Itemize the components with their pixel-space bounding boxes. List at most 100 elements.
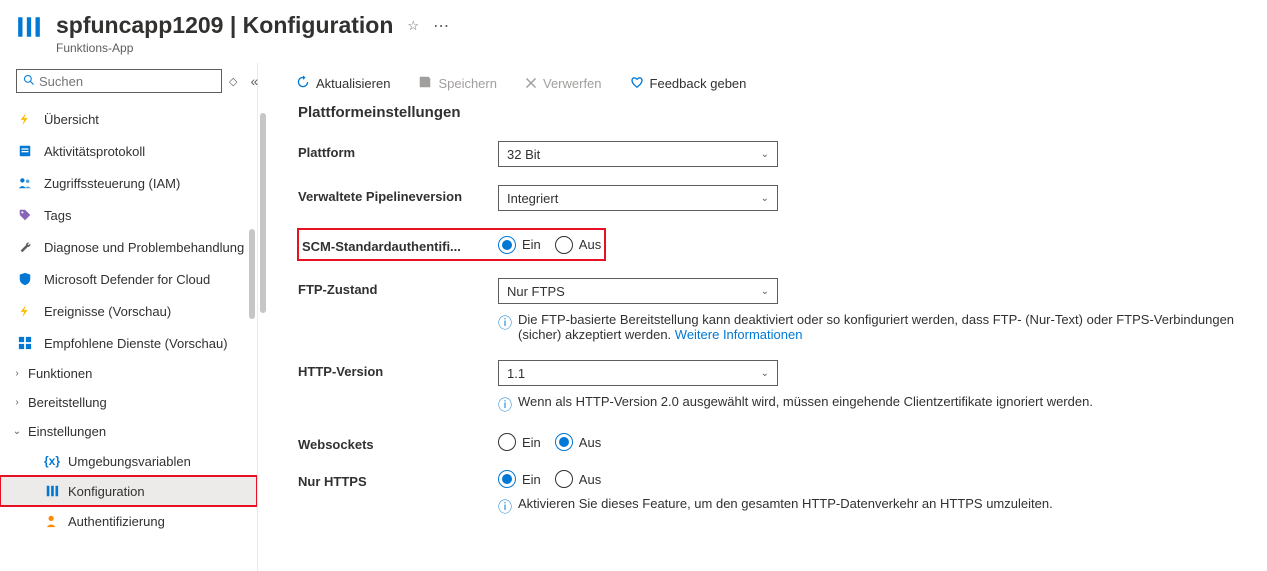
radio-label: Aus	[579, 435, 601, 450]
search-input[interactable]	[39, 74, 215, 89]
sidebar: ◇ « Übersicht Aktivitätsprotokoll Zugrif…	[0, 63, 258, 571]
favorite-star-icon[interactable]: ☆	[407, 18, 419, 34]
sidebar-item-label: Tags	[44, 208, 71, 223]
people-icon	[16, 174, 34, 192]
sidebar-item-defender[interactable]: Microsoft Defender for Cloud	[0, 263, 257, 295]
search-box[interactable]	[16, 69, 222, 93]
label-http: HTTP-Version	[298, 360, 498, 379]
nav-scrollbar[interactable]	[245, 99, 257, 571]
select-pipeline[interactable]: Integriert ⌄	[498, 185, 778, 211]
page-title: spfuncapp1209 | Konfiguration	[56, 12, 393, 39]
row-scm-auth: SCM-Standardauthentifi... Ein Aus	[298, 229, 605, 260]
lightning-icon	[16, 110, 34, 128]
sidebar-group-label: Bereitstellung	[28, 395, 107, 410]
row-platform: Plattform 32 Bit ⌄	[298, 141, 1247, 167]
shield-icon	[16, 270, 34, 288]
select-http[interactable]: 1.1 ⌄	[498, 360, 778, 386]
content: Aktualisieren Speichern Verwerfen Feedba…	[258, 63, 1267, 571]
search-icon	[23, 74, 35, 89]
info-icon: ⓘ	[498, 497, 512, 517]
sidebar-group-settings[interactable]: ⌄ Einstellungen	[0, 417, 257, 446]
page-subtitle: Funktions-App	[56, 41, 450, 55]
label-scm-auth: SCM-Standardauthentifi...	[302, 235, 498, 254]
events-icon	[16, 302, 34, 320]
select-value: Nur FTPS	[507, 284, 565, 299]
radio-label: Aus	[579, 237, 601, 252]
brackets-icon: {x}	[44, 453, 60, 469]
info-icon: ⓘ	[498, 313, 512, 333]
radio-websockets-off[interactable]: Aus	[555, 433, 601, 451]
sidebar-group-functions[interactable]: › Funktionen	[0, 359, 257, 388]
label-ftp: FTP-Zustand	[298, 278, 498, 297]
info-text: Wenn als HTTP-Version 2.0 ausgewählt wir…	[518, 394, 1093, 409]
sidebar-group-label: Funktionen	[28, 366, 92, 381]
chevron-right-icon: ›	[10, 397, 24, 408]
select-value: 1.1	[507, 366, 525, 381]
radio-httpsonly-on[interactable]: Ein	[498, 470, 541, 488]
save-button: Speichern	[410, 71, 505, 96]
sidebar-item-label: Zugriffssteuerung (IAM)	[44, 176, 180, 191]
radio-group-scm: Ein Aus	[498, 236, 601, 254]
log-icon	[16, 142, 34, 160]
radio-icon	[555, 433, 573, 451]
radio-scm-off[interactable]: Aus	[555, 236, 601, 254]
sidebar-group-deployment[interactable]: › Bereitstellung	[0, 388, 257, 417]
sidebar-item-auth[interactable]: Authentifizierung	[0, 506, 257, 536]
sidebar-item-tags[interactable]: Tags	[0, 199, 257, 231]
expand-search-icon[interactable]: ◇	[226, 75, 240, 88]
radio-icon	[498, 433, 516, 451]
chevron-down-icon: ⌄	[761, 368, 769, 379]
sidebar-item-iam[interactable]: Zugriffssteuerung (IAM)	[0, 167, 257, 199]
row-http: HTTP-Version 1.1 ⌄ ⓘ Wenn als HTTP-Versi…	[298, 360, 1247, 415]
select-platform[interactable]: 32 Bit ⌄	[498, 141, 778, 167]
toolbar: Aktualisieren Speichern Verwerfen Feedba…	[258, 63, 1267, 104]
row-websockets: Websockets Ein Aus	[298, 433, 1247, 452]
chevron-down-icon: ⌄	[761, 149, 769, 160]
chevron-down-icon: ⌄	[10, 426, 24, 437]
radio-icon	[555, 236, 573, 254]
wrench-icon	[16, 238, 34, 256]
select-value: Integriert	[507, 191, 558, 206]
chevron-down-icon: ⌄	[761, 286, 769, 297]
toolbar-label: Verwerfen	[543, 76, 602, 91]
sidebar-item-diagnose[interactable]: Diagnose und Problembehandlung	[0, 231, 257, 263]
radio-label: Aus	[579, 472, 601, 487]
sidebar-item-label: Diagnose und Problembehandlung	[44, 240, 244, 255]
more-actions-icon[interactable]: ⋯	[433, 16, 450, 36]
radio-websockets-on[interactable]: Ein	[498, 433, 541, 451]
content-scrollbar[interactable]	[258, 103, 270, 571]
feedback-button[interactable]: Feedback geben	[622, 71, 755, 96]
radio-label: Ein	[522, 237, 541, 252]
radio-icon	[498, 470, 516, 488]
row-ftp: FTP-Zustand Nur FTPS ⌄ ⓘ Die FTP-basiert…	[298, 278, 1247, 342]
sidebar-item-overview[interactable]: Übersicht	[0, 103, 257, 135]
radio-scm-on[interactable]: Ein	[498, 236, 541, 254]
sidebar-item-configuration[interactable]: Konfiguration	[0, 476, 257, 506]
radio-icon	[498, 236, 516, 254]
sidebar-item-label: Aktivitätsprotokoll	[44, 144, 145, 159]
label-websockets: Websockets	[298, 433, 498, 452]
main-panel: Plattformeinstellungen Plattform 32 Bit …	[258, 104, 1267, 571]
sidebar-item-label: Empfohlene Dienste (Vorschau)	[44, 336, 228, 351]
chevron-right-icon: ›	[10, 368, 24, 379]
refresh-icon	[296, 75, 310, 92]
section-title: Plattformeinstellungen	[298, 104, 1247, 121]
toolbar-label: Feedback geben	[650, 76, 747, 91]
sidebar-item-label: Ereignisse (Vorschau)	[44, 304, 171, 319]
sidebar-item-activitylog[interactable]: Aktivitätsprotokoll	[0, 135, 257, 167]
sidebar-item-label: Umgebungsvariablen	[68, 454, 191, 469]
select-ftp[interactable]: Nur FTPS ⌄	[498, 278, 778, 304]
radio-label: Ein	[522, 435, 541, 450]
sidebar-item-events[interactable]: Ereignisse (Vorschau)	[0, 295, 257, 327]
info-text: Die FTP-basierte Bereitstellung kann dea…	[518, 312, 1234, 342]
sidebar-item-label: Microsoft Defender for Cloud	[44, 272, 210, 287]
person-lock-icon	[44, 513, 60, 529]
sidebar-item-recommended[interactable]: Empfohlene Dienste (Vorschau)	[0, 327, 257, 359]
label-httpsonly: Nur HTTPS	[298, 470, 498, 489]
sidebar-item-envvars[interactable]: {x} Umgebungsvariablen	[0, 446, 257, 476]
radio-httpsonly-off[interactable]: Aus	[555, 470, 601, 488]
info-link[interactable]: Weitere Informationen	[675, 327, 803, 342]
info-text: Aktivieren Sie dieses Feature, um den ge…	[518, 496, 1053, 511]
heart-icon	[630, 75, 644, 92]
refresh-button[interactable]: Aktualisieren	[288, 71, 398, 96]
